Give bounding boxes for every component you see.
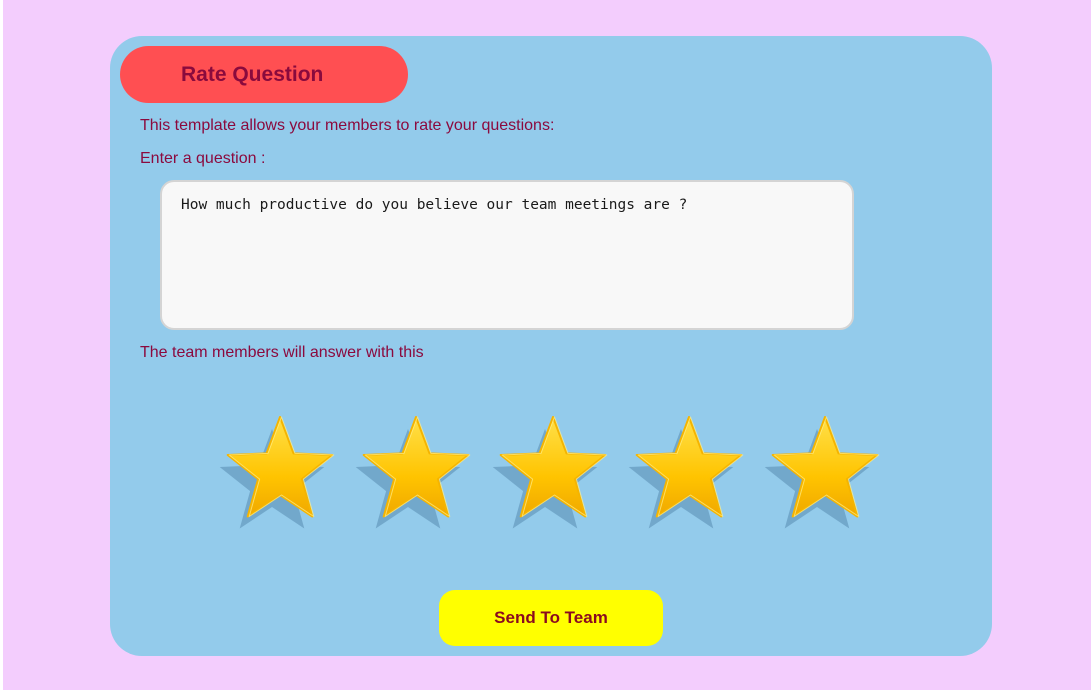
answer-format-label: The team members will answer with this	[140, 344, 424, 361]
star-rating[interactable]	[110, 408, 992, 538]
star-icon[interactable]	[628, 408, 748, 529]
star-icon[interactable]	[764, 408, 884, 529]
star-icon[interactable]	[355, 408, 475, 529]
template-description: This template allows your members to rat…	[140, 117, 555, 134]
rate-question-title: Rate Question	[120, 46, 408, 103]
star-icon[interactable]	[219, 408, 339, 529]
question-input[interactable]: How much productive do you believe our t…	[160, 180, 854, 330]
page-edge	[0, 0, 3, 690]
question-prompt-label: Enter a question :	[140, 150, 266, 167]
rate-question-card: Rate Question This template allows your …	[110, 36, 992, 656]
send-to-team-button[interactable]: Send To Team	[439, 590, 663, 646]
star-icon[interactable]	[492, 408, 612, 529]
